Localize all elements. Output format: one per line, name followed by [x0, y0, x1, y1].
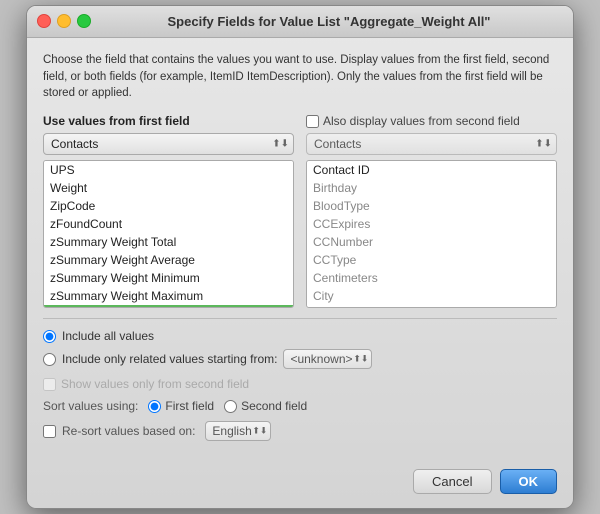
second-field-dropdown-wrap: Contacts ⬆⬇ [306, 133, 557, 155]
list-item[interactable]: Weight [44, 179, 293, 197]
first-field-dropdown-wrap: Contacts ⬆⬇ [43, 133, 294, 155]
resort-label: Re-sort values based on: [62, 424, 195, 438]
first-field-header: Use values from first field [43, 114, 294, 128]
show-second-row: Show values only from second field [43, 377, 557, 391]
list-item[interactable]: UPS [44, 161, 293, 179]
list-item[interactable]: CCExpires [307, 215, 556, 233]
close-button[interactable] [37, 14, 51, 28]
description-text: Choose the field that contains the value… [43, 52, 557, 102]
list-item[interactable]: zSummary Weight Total [44, 233, 293, 251]
list-item[interactable]: CCNumber [307, 233, 556, 251]
sort-row: Sort values using: First field Second fi… [43, 399, 557, 413]
first-field-label: Use values from first field [43, 114, 190, 128]
maximize-button[interactable] [77, 14, 91, 28]
sort-label: Sort values using: [43, 399, 138, 413]
dialog-title: Specify Fields for Value List "Aggregate… [168, 14, 491, 29]
resort-row: Re-sort values based on: English ⬆⬇ [43, 421, 557, 441]
window-controls [37, 14, 91, 28]
resort-select[interactable]: English [205, 421, 271, 441]
include-related-row: Include only related values starting fro… [43, 349, 557, 369]
list-item[interactable]: zSummary Weight Minimum [44, 269, 293, 287]
list-item[interactable]: CCType [307, 251, 556, 269]
list-item[interactable]: zFoundCount [44, 215, 293, 233]
list-item[interactable]: Country [307, 305, 556, 308]
button-bar: Cancel OK [27, 463, 573, 508]
second-field-dropdown[interactable]: Contacts [306, 133, 557, 155]
first-field-col: Use values from first field Contacts ⬆⬇ … [43, 114, 294, 308]
cancel-button[interactable]: Cancel [413, 469, 491, 494]
second-field-header: Also display values from second field [306, 114, 557, 128]
divider [43, 318, 557, 319]
list-item[interactable]: zSummary Weight Maximum [44, 287, 293, 305]
second-field-list[interactable]: Contact ID Birthday BloodType CCExpires … [306, 160, 557, 308]
title-bar: Specify Fields for Value List "Aggregate… [27, 6, 573, 38]
include-related-select-wrap: <unknown> ⬆⬇ [283, 349, 372, 369]
show-second-label: Show values only from second field [61, 377, 249, 391]
include-all-radio[interactable] [43, 330, 56, 343]
list-item[interactable]: zSummary Weight Average [44, 251, 293, 269]
dialog-content: Choose the field that contains the value… [27, 38, 573, 463]
resort-checkbox[interactable] [43, 425, 56, 438]
second-field-label: Also display values from second field [323, 114, 520, 128]
include-related-radio[interactable] [43, 353, 56, 366]
minimize-button[interactable] [57, 14, 71, 28]
sort-second-label[interactable]: Second field [224, 399, 307, 413]
second-field-col: Also display values from second field Co… [306, 114, 557, 308]
list-item[interactable]: City [307, 287, 556, 305]
include-all-row: Include all values [43, 329, 557, 343]
include-all-label: Include all values [62, 329, 154, 343]
first-field-list[interactable]: UPS Weight ZipCode zFoundCount zSummary … [43, 160, 294, 308]
list-item[interactable]: ZipCode [44, 197, 293, 215]
second-field-checkbox-label[interactable]: Also display values from second field [306, 114, 520, 128]
sort-second-radio[interactable] [224, 400, 237, 413]
list-item[interactable]: Centimeters [307, 269, 556, 287]
list-item-selected[interactable]: zVL Aggregate Weight All [44, 305, 293, 308]
resort-select-wrap: English ⬆⬇ [205, 421, 271, 441]
include-related-select[interactable]: <unknown> [283, 349, 372, 369]
list-item[interactable]: Birthday [307, 179, 556, 197]
dialog-window: Specify Fields for Value List "Aggregate… [26, 5, 574, 509]
ok-button[interactable]: OK [500, 469, 558, 494]
show-second-checkbox[interactable] [43, 378, 56, 391]
fields-section: Use values from first field Contacts ⬆⬇ … [43, 114, 557, 308]
sort-first-label[interactable]: First field [148, 399, 214, 413]
sort-first-radio[interactable] [148, 400, 161, 413]
include-related-label: Include only related values starting fro… [62, 352, 277, 366]
include-options: Include all values Include only related … [43, 329, 557, 369]
list-item[interactable]: BloodType [307, 197, 556, 215]
second-field-checkbox[interactable] [306, 115, 319, 128]
list-item[interactable]: Contact ID [307, 161, 556, 179]
first-field-dropdown[interactable]: Contacts [43, 133, 294, 155]
